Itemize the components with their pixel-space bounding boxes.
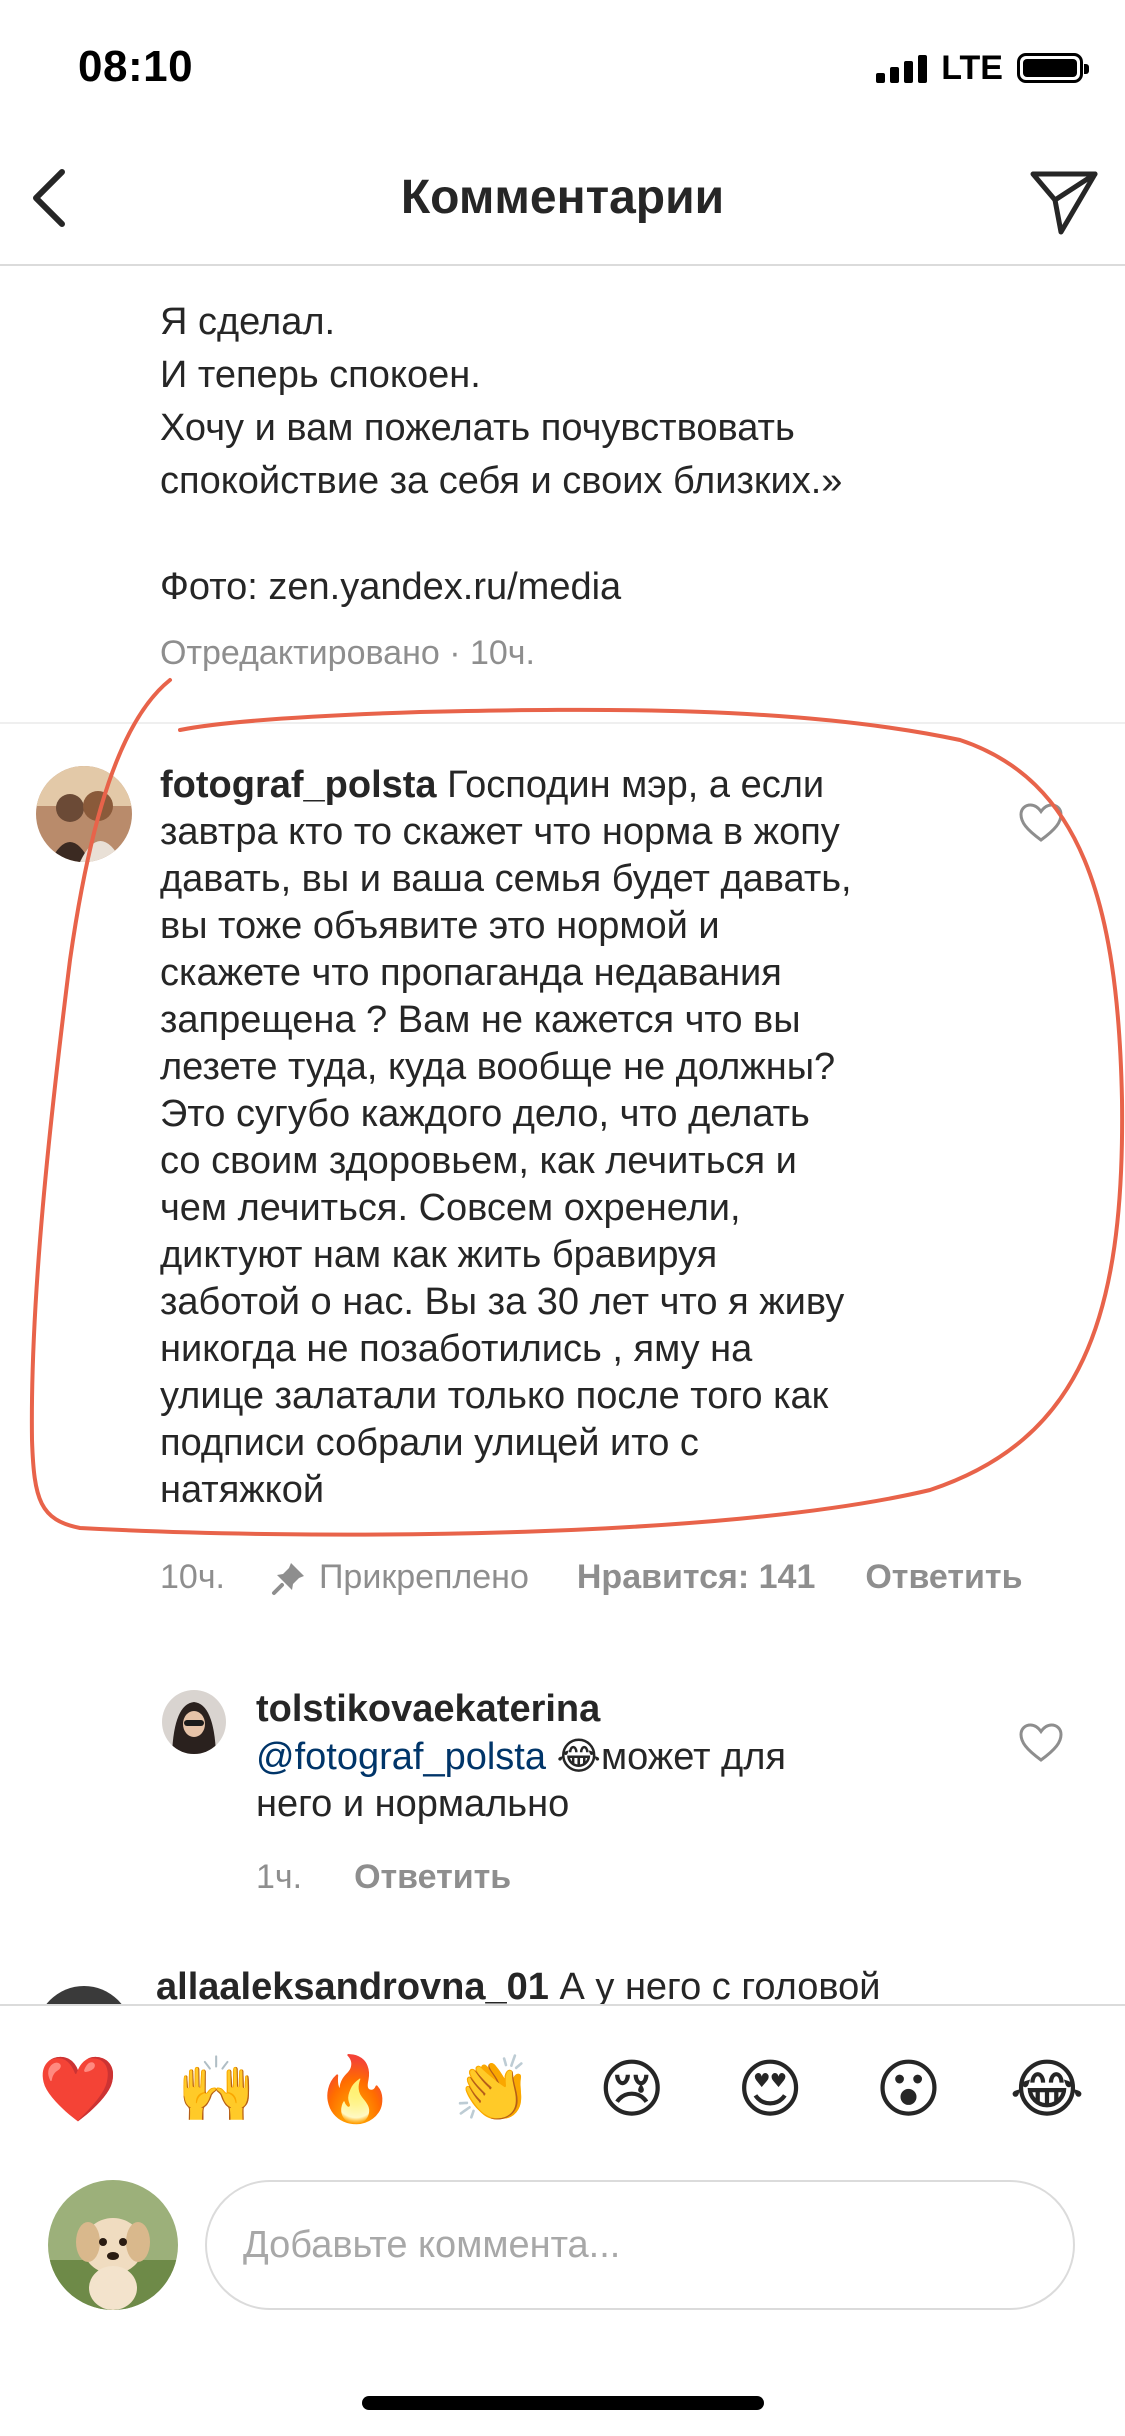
caption-edited-meta: Отредактировано · 10ч. [160, 634, 535, 672]
comment-text: диктуют нам как жить бравируя [160, 1234, 718, 1276]
heart-outline-icon [1019, 1723, 1063, 1762]
comment-text: чем лечиться. Совсем охренели, [160, 1187, 741, 1229]
reply-text: может для [600, 1736, 786, 1778]
comment-text: со своим здоровьем, как лечиться и [160, 1140, 797, 1182]
reply-username[interactable]: tolstikovaekaterina [256, 1688, 600, 1730]
comment-text: Это сугубо каждого дело, что делать [160, 1093, 810, 1135]
emoji-heart-eyes-button[interactable]: 😍 [728, 2048, 812, 2132]
commenter-avatar[interactable] [36, 766, 132, 862]
comment-time: 10ч. [160, 1558, 225, 1596]
partial-comment: allaaleksandrovna_01 А у него с головой [156, 1966, 881, 2009]
comment-meta: 10ч. Прикреплено Нравится: 141 Ответить [160, 1558, 1090, 1597]
signal-icon [876, 53, 928, 83]
network-type: LTE [941, 48, 1003, 87]
reply-like-button[interactable] [1018, 1722, 1064, 1764]
comment-text: запрещена ? Вам не кажется что вы [160, 999, 801, 1041]
emoji-fire-button[interactable]: 🔥 [313, 2048, 397, 2132]
reply-time: 1ч. [256, 1858, 303, 1896]
emoji-raised-hands-button[interactable]: 🙌 [174, 2048, 258, 2132]
pinned-label: Прикреплено [318, 1558, 529, 1596]
comment-text: натяжкой [160, 1469, 325, 1511]
comment-body: fotograf_polsta Господин мэр, а если зав… [160, 762, 970, 1514]
reply-avatar[interactable] [162, 1690, 226, 1754]
reply-reply-button[interactable]: Ответить [354, 1858, 511, 1897]
comment-text: завтра кто то скажет что норма в жопу [160, 811, 840, 853]
partial-username[interactable]: allaaleksandrovna_01 [156, 1966, 549, 2008]
emoji-heart-button[interactable]: ❤️ [36, 2048, 120, 2132]
comment-text: никогда не позаботились , яму на [160, 1328, 753, 1370]
like-button[interactable] [1018, 802, 1064, 844]
my-avatar [48, 2180, 178, 2310]
emoji-laughing-button[interactable]: 😂 [1005, 2048, 1089, 2132]
reply-mention-link[interactable]: @fotograf_polsta [256, 1736, 546, 1778]
comment-text: подписи собрали улицей ито с [160, 1422, 699, 1464]
likes-count[interactable]: Нравится: 141 [577, 1558, 815, 1597]
reply-meta: 1ч. Ответить [256, 1858, 511, 1897]
paper-plane-icon [1030, 171, 1098, 235]
caption-line: Я сделал. [160, 301, 336, 343]
reply-body: tolstikovaekaterina @fotograf_polsta 😂мо… [256, 1686, 956, 1828]
caption-line: спокойствие за себя и своих близких.» [160, 460, 843, 502]
caption-line: Хочу и вам пожелать почувствовать [160, 407, 795, 449]
status-indicators: LTE [876, 48, 1089, 88]
comment-text: улице залатали только после того как [160, 1375, 829, 1417]
comment-text: скажете что пропаганда недавания [160, 952, 782, 994]
caption-line: Фото: zen.yandex.ru/media [160, 566, 622, 608]
comment-text: заботой о нас. Вы за 30 лет что я живу [160, 1281, 845, 1323]
section-divider [0, 722, 1125, 724]
emoji-clap-button[interactable]: 👏 [451, 2048, 535, 2132]
emoji-crying-button[interactable]: 😢 [590, 2048, 674, 2132]
emoji-quick-bar: ❤️ 🙌 🔥 👏 😢 😍 😮 😂 [36, 2048, 1089, 2132]
reply-emoji: 😂 [556, 1734, 601, 1778]
header-divider [0, 264, 1125, 266]
pin-icon [271, 1560, 307, 1596]
status-time: 08:10 [78, 42, 194, 91]
reply-text: него и нормально [256, 1783, 570, 1825]
comment-input[interactable] [205, 2180, 1075, 2310]
share-button[interactable] [1021, 156, 1105, 240]
comment-text: давать, вы и ваша семья будет давать, [160, 858, 852, 900]
heart-outline-icon [1019, 803, 1063, 842]
caption-line [160, 508, 1060, 561]
comment-username[interactable]: fotograf_polsta [160, 764, 437, 806]
comment-text: Господин мэр, а если [436, 764, 825, 806]
battery-icon [1017, 53, 1089, 83]
emoji-surprised-button[interactable]: 😮 [867, 2048, 951, 2132]
page-title: Комментарии [400, 171, 725, 224]
partial-text: А у него с головой [548, 1966, 881, 2008]
post-caption: Я сделал. И теперь спокоен. Хочу и вам п… [160, 296, 1060, 614]
home-indicator [362, 2396, 764, 2410]
caption-line: И теперь спокоен. [160, 354, 481, 396]
comment-text: лезете туда, куда вообще не должны? [160, 1046, 836, 1088]
reply-button[interactable]: Ответить [865, 1558, 1022, 1597]
comment-text: вы тоже объявите это нормой и [160, 905, 720, 947]
